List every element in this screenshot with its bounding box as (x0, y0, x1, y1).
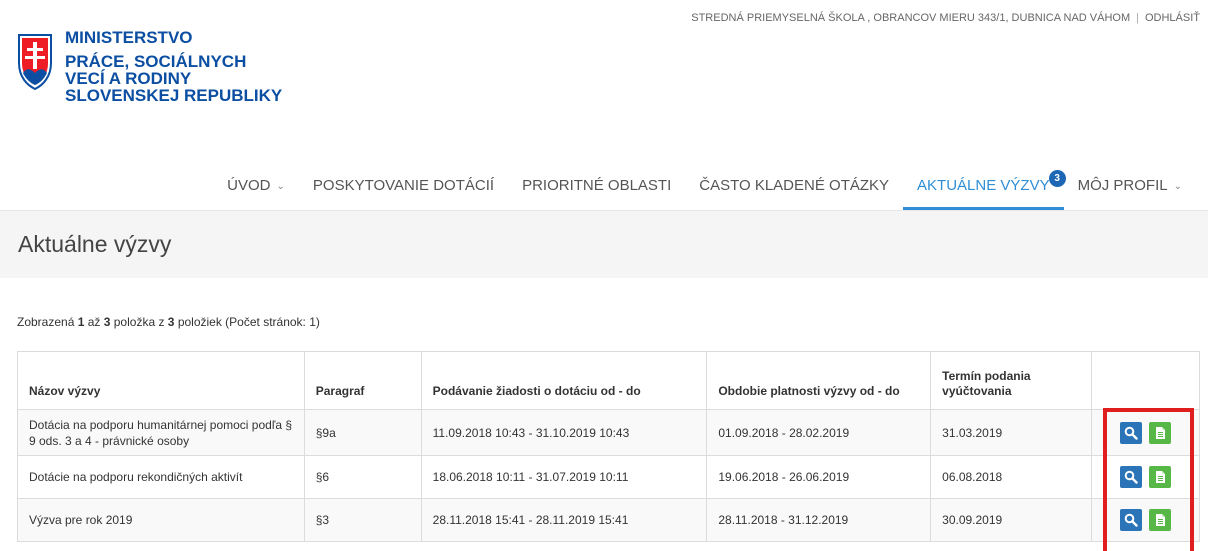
cell-name: Dotácie na podporu rekondičných aktivít (17, 455, 305, 499)
table-row: Výzva pre rok 2019 §3 28.11.2018 15:41 -… (17, 498, 1200, 542)
ministry-title-line1: MINISTERSTVO (65, 28, 193, 47)
cell-obdobie: 01.09.2018 - 28.02.2019 (706, 409, 932, 456)
slovak-coat-of-arms-icon (18, 34, 52, 91)
cell-name: Výzva pre rok 2019 (17, 498, 305, 542)
column-header-actions (1091, 351, 1200, 410)
nav-item-casto-kladene-otazky[interactable]: ČASTO KLADENÉ OTÁZKY (685, 177, 903, 210)
column-header-paragraf[interactable]: Paragraf (303, 351, 422, 410)
ministry-title: MINISTERSTVO PRÁCE, SOCIÁLNYCH VECÍ A RO… (65, 29, 282, 104)
cell-podavanie: 18.06.2018 10:11 - 31.07.2019 10:11 (420, 455, 708, 499)
cell-obdobie: 19.06.2018 - 26.06.2019 (706, 455, 932, 499)
page-header: Aktuálne výzvy (0, 210, 1208, 278)
nav-item-poskytovanie-dotacii[interactable]: POSKYTOVANIE DOTÁCIÍ (299, 177, 508, 210)
ministry-title-line2: PRÁCE, SOCIÁLNYCH (65, 52, 247, 71)
page-title: Aktuálne výzvy (18, 231, 172, 257)
table-row: Dotácie na podporu rekondičných aktivít … (17, 455, 1200, 499)
ministry-logo[interactable]: MINISTERSTVO PRÁCE, SOCIÁLNYCH VECÍ A RO… (17, 29, 282, 104)
chevron-down-icon: ⌄ (1173, 181, 1182, 192)
cell-paragraf: §3 (303, 498, 422, 542)
summary-mid1: až (84, 315, 104, 329)
main-navigation: ÚVOD ⌄ POSKYTOVANIE DOTÁCIÍ PRIORITNÉ OBL… (213, 166, 1196, 210)
nav-item-moj-profil[interactable]: MÔJ PROFIL ⌄ (1064, 177, 1196, 210)
ministry-title-line4: SLOVENSKEJ REPUBLIKY (65, 86, 283, 105)
top-user-bar: STREDNÁ PRIEMYSELNÁ ŠKOLA , OBRANCOV MIE… (691, 12, 1200, 24)
cell-name: Dotácia na podporu humanitárnej pomoci p… (17, 409, 305, 456)
topbar-separator: | (1136, 12, 1139, 24)
column-header-podavanie[interactable]: Podávanie žiadosti o dotáciu od - do (420, 351, 708, 410)
nav-item-aktualne-vyzvy[interactable]: AKTUÁLNE VÝZVY 3 (903, 170, 1066, 210)
cell-obdobie: 28.11.2018 - 31.12.2019 (706, 498, 932, 542)
results-summary: Zobrazená 1 až 3 položka z 3 položiek (P… (17, 315, 320, 329)
calls-table: Názov výzvy Paragraf Podávanie žiadosti … (17, 351, 1200, 542)
nav-item-label: AKTUÁLNE VÝZVY (917, 177, 1050, 194)
logout-link[interactable]: ODHLÁSIŤ (1145, 12, 1200, 24)
summary-prefix: Zobrazená (17, 315, 78, 329)
chevron-down-icon: ⌄ (276, 181, 285, 192)
nav-item-uvod[interactable]: ÚVOD ⌄ (213, 177, 299, 210)
school-name: STREDNÁ PRIEMYSELNÁ ŠKOLA , OBRANCOV MIE… (691, 12, 1131, 24)
cell-podavanie: 11.09.2018 10:43 - 31.10.2019 10:43 (420, 409, 708, 456)
nav-item-label: ÚVOD (227, 177, 271, 194)
nav-item-label: POSKYTOVANIE DOTÁCIÍ (312, 177, 495, 194)
nav-item-label: ČASTO KLADENÉ OTÁZKY (699, 177, 890, 194)
cell-termin: 30.09.2019 (930, 498, 1093, 542)
ministry-title-line3: VECÍ A RODINY (65, 69, 192, 88)
nav-item-prioritne-oblasti[interactable]: PRIORITNÉ OBLASTI (508, 177, 685, 210)
actions-highlight-box (1103, 408, 1194, 551)
column-header-name[interactable]: Názov výzvy (17, 351, 305, 410)
table-row: Dotácia na podporu humanitárnej pomoci p… (17, 409, 1200, 456)
nav-item-label: MÔJ PROFIL (1077, 177, 1168, 194)
column-header-obdobie[interactable]: Obdobie platnosti výzvy od - do (706, 351, 932, 410)
table-header-row: Názov výzvy Paragraf Podávanie žiadosti … (17, 351, 1200, 410)
column-header-termin[interactable]: Termín podania vyúčtovania (930, 351, 1093, 410)
cell-podavanie: 28.11.2018 15:41 - 28.11.2019 15:41 (420, 498, 708, 542)
cell-termin: 31.03.2019 (930, 409, 1093, 456)
cell-paragraf: §6 (303, 455, 422, 499)
cell-termin: 06.08.2018 (930, 455, 1093, 499)
summary-mid2: položka z (110, 315, 168, 329)
summary-suffix: položiek (Počet stránok: 1) (174, 315, 320, 329)
cell-paragraf: §9a (303, 409, 422, 456)
nav-item-label: PRIORITNÉ OBLASTI (522, 177, 672, 194)
